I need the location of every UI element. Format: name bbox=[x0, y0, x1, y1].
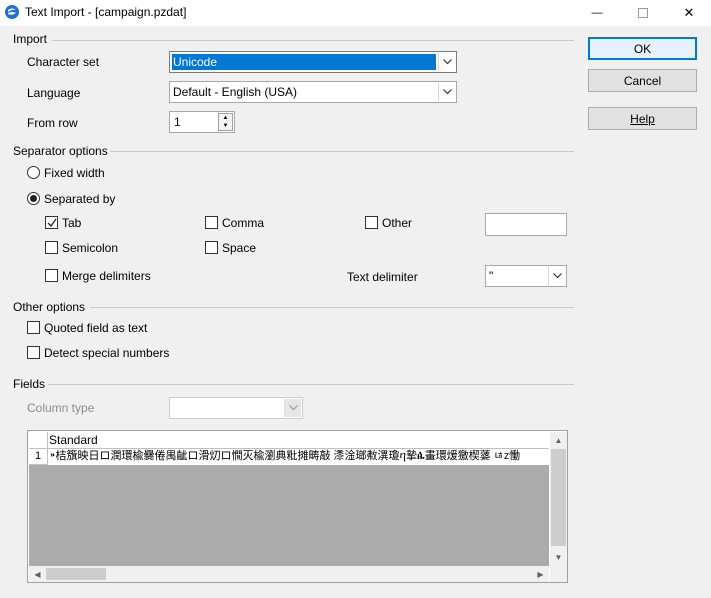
maximize-icon bbox=[638, 8, 648, 18]
tab-checkbox[interactable] bbox=[45, 216, 58, 229]
close-icon: ✕ bbox=[683, 5, 695, 20]
cancel-button-label: Cancel bbox=[623, 73, 662, 88]
merge-delimiters-label: Merge delimiters bbox=[62, 269, 151, 283]
separated-by-label: Separated by bbox=[44, 192, 116, 206]
semicolon-checkbox[interactable] bbox=[45, 241, 58, 254]
merge-delimiters-checkbox[interactable] bbox=[45, 269, 58, 282]
text-delimiter-label: Text delimiter bbox=[347, 270, 418, 284]
language-value: Default - English (USA) bbox=[173, 85, 298, 99]
semicolon-label: Semicolon bbox=[62, 241, 119, 255]
other-options-section-title: Other options bbox=[13, 300, 86, 314]
table-row[interactable]: ⁍桔籏映日ロ潤環楡爨倦禺齜ロ滑灱ロ憪灭楡瀏典粃摊畴敲 潻淦瑯㪄潩瓊ⴄ摯ꬄ畫環煖獥… bbox=[48, 449, 549, 465]
separator-section-title: Separator options bbox=[13, 144, 108, 158]
import-section-title: Import bbox=[13, 32, 48, 46]
scroll-down-icon[interactable]: ▼ bbox=[550, 549, 567, 566]
minimize-icon: — bbox=[591, 7, 603, 19]
column-type-label: Column type bbox=[27, 401, 95, 415]
character-set-value: Unicode bbox=[172, 54, 436, 70]
spin-down-icon[interactable]: ▼ bbox=[219, 122, 232, 130]
minimize-button[interactable]: — bbox=[574, 0, 620, 26]
scroll-left-icon[interactable]: ◀ bbox=[29, 566, 46, 582]
other-options-section-line bbox=[90, 307, 574, 308]
comma-checkbox[interactable] bbox=[205, 216, 218, 229]
cancel-button[interactable]: Cancel bbox=[588, 69, 697, 92]
quoted-field-label: Quoted field as text bbox=[44, 321, 148, 335]
spin-up-icon[interactable]: ▲ bbox=[219, 114, 232, 122]
from-row-label: From row bbox=[27, 116, 78, 130]
scroll-up-icon[interactable]: ▲ bbox=[550, 432, 567, 449]
ok-button-label: OK bbox=[633, 41, 652, 56]
help-button-label: Help bbox=[630, 111, 655, 126]
vertical-scrollbar[interactable]: ▲ ▼ bbox=[550, 432, 567, 566]
fields-preview-panel: Standard 1 ⁍桔籏映日ロ潤環楡爨倦禺齜ロ滑灱ロ憪灭楡瀏典粃摊畴敲 潻淦… bbox=[27, 430, 568, 583]
checkmark-icon bbox=[47, 218, 57, 228]
separator-section-line bbox=[110, 151, 574, 152]
maximize-button[interactable] bbox=[620, 0, 666, 26]
chevron-down-icon bbox=[438, 83, 455, 101]
space-label: Space bbox=[222, 241, 257, 255]
from-row-spinner[interactable]: 1 ▲ ▼ bbox=[169, 111, 235, 133]
language-dropdown[interactable]: Default - English (USA) bbox=[169, 81, 457, 103]
space-checkbox[interactable] bbox=[205, 241, 218, 254]
separated-by-radio[interactable] bbox=[27, 192, 40, 205]
fixed-width-radio[interactable] bbox=[27, 166, 40, 179]
import-section-line bbox=[52, 40, 574, 41]
spin-buttons[interactable]: ▲ ▼ bbox=[218, 113, 233, 131]
grid-corner bbox=[29, 432, 48, 449]
quoted-field-checkbox[interactable] bbox=[27, 321, 40, 334]
detect-special-label: Detect special numbers bbox=[44, 346, 170, 360]
chevron-down-icon bbox=[438, 53, 455, 71]
comma-label: Comma bbox=[222, 216, 265, 230]
horizontal-scroll-thumb[interactable] bbox=[46, 568, 106, 580]
row-number: 1 bbox=[29, 449, 48, 465]
chevron-down-icon bbox=[284, 399, 301, 417]
app-icon bbox=[5, 5, 19, 19]
scroll-right-icon[interactable]: ▶ bbox=[532, 566, 549, 582]
character-set-label: Character set bbox=[27, 55, 100, 69]
fields-section-line bbox=[48, 384, 574, 385]
ok-button[interactable]: OK bbox=[588, 37, 697, 60]
fields-section-title: Fields bbox=[13, 377, 46, 391]
character-set-dropdown[interactable]: Unicode bbox=[169, 51, 457, 73]
detect-special-checkbox[interactable] bbox=[27, 346, 40, 359]
text-delimiter-dropdown[interactable]: " bbox=[485, 265, 567, 287]
column-type-dropdown[interactable] bbox=[169, 397, 303, 419]
title-bar: Text Import - [campaign.pzdat] — ✕ bbox=[0, 0, 711, 26]
close-button[interactable]: ✕ bbox=[666, 0, 711, 26]
other-label: Other bbox=[382, 216, 413, 230]
window-title: Text Import - [campaign.pzdat] bbox=[25, 5, 187, 19]
vertical-scroll-thumb[interactable] bbox=[551, 449, 566, 546]
text-delimiter-value: " bbox=[489, 269, 494, 283]
other-checkbox[interactable] bbox=[365, 216, 378, 229]
help-button[interactable]: Help bbox=[588, 107, 697, 130]
fixed-width-label: Fixed width bbox=[44, 166, 105, 180]
from-row-value: 1 bbox=[174, 115, 181, 129]
scrollbar-corner bbox=[550, 566, 567, 582]
chevron-down-icon bbox=[548, 267, 565, 285]
other-separator-input[interactable] bbox=[485, 213, 567, 236]
tab-label: Tab bbox=[62, 216, 82, 230]
horizontal-scrollbar[interactable]: ◀ ▶ bbox=[29, 566, 549, 582]
fields-preview-grid: Standard 1 ⁍桔籏映日ロ潤環楡爨倦禺齜ロ滑灱ロ憪灭楡瀏典粃摊畴敲 潻淦… bbox=[29, 432, 549, 566]
language-label: Language bbox=[27, 86, 81, 100]
column-header-standard[interactable]: Standard bbox=[48, 432, 549, 449]
